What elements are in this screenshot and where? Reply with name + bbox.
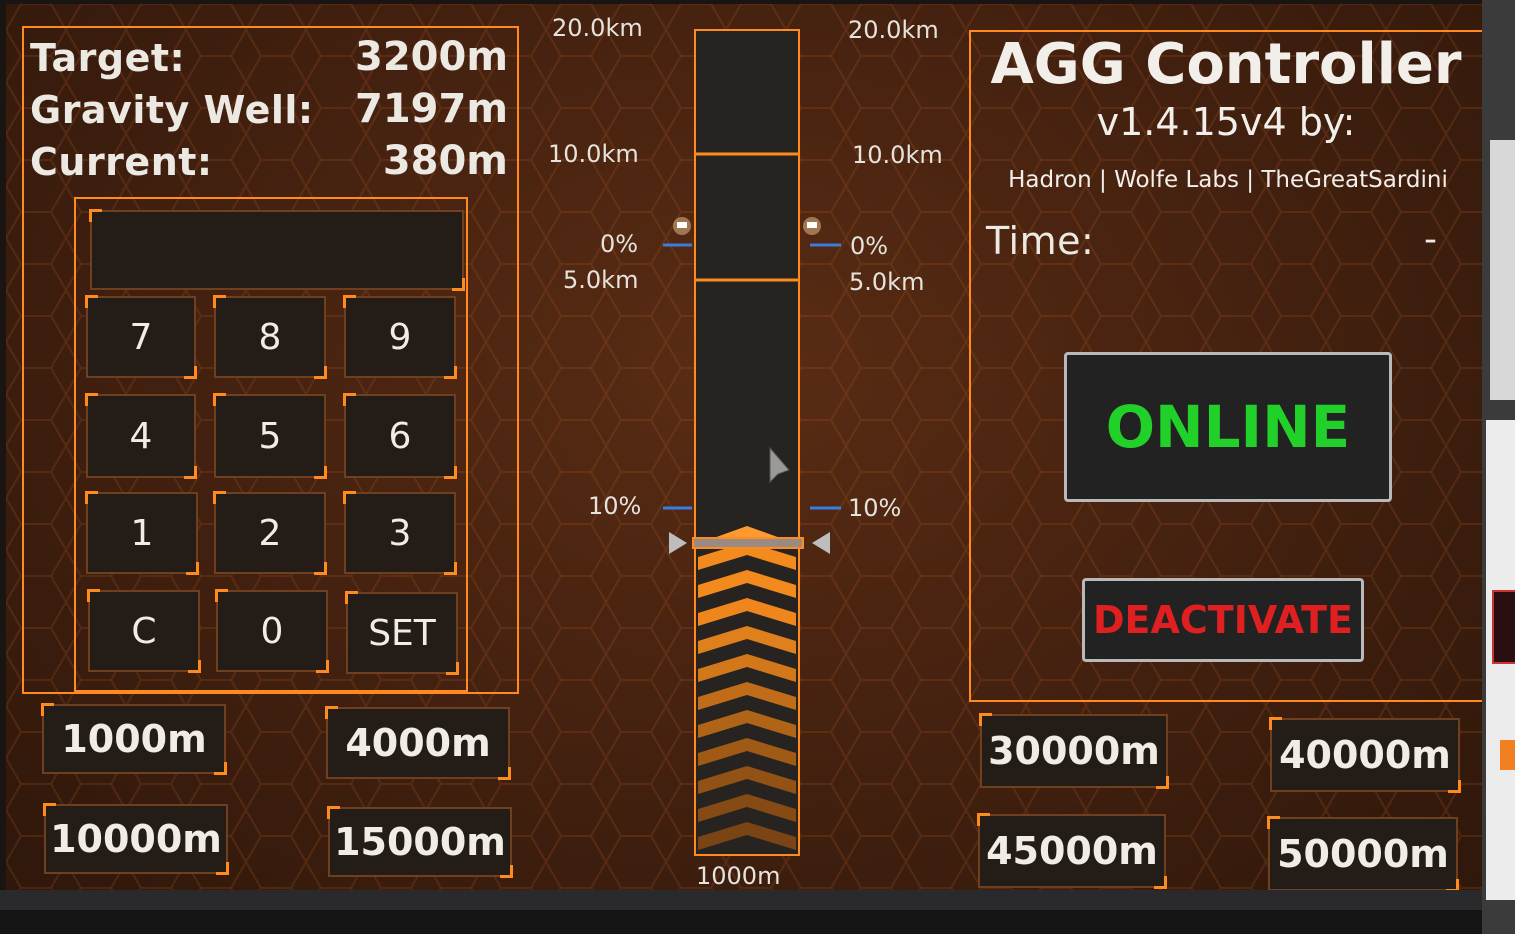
current-value: 380m xyxy=(382,138,508,184)
preset-30000m-button[interactable]: 30000m xyxy=(979,713,1169,789)
app-title: AGG Controller xyxy=(990,32,1462,97)
current-label: Current: xyxy=(30,140,213,184)
gravity-well-value: 7197m xyxy=(354,86,508,132)
preset-4000m-button[interactable]: 4000m xyxy=(325,706,511,780)
gravity-well-label: Gravity Well: xyxy=(30,88,314,132)
online-label: ONLINE xyxy=(1105,393,1351,461)
target-label: Target: xyxy=(30,36,186,80)
key-5[interactable]: 5 xyxy=(213,393,327,479)
altitude-gauge xyxy=(663,29,841,856)
scale-low-left-label: 5.0km xyxy=(563,266,639,294)
key-7[interactable]: 7 xyxy=(85,295,197,379)
key-clear[interactable]: C xyxy=(87,589,201,673)
screen-base xyxy=(0,910,1515,934)
deactivate-label: DEACTIVATE xyxy=(1092,598,1354,642)
level-arrow-right-icon xyxy=(812,532,830,554)
preset-45000m-button[interactable]: 45000m xyxy=(977,813,1167,889)
key-0[interactable]: 0 xyxy=(215,589,329,673)
preset-10000m-button[interactable]: 10000m xyxy=(43,803,229,875)
key-8[interactable]: 8 xyxy=(213,295,327,379)
preset-15000m-button[interactable]: 15000m xyxy=(327,806,513,878)
preset-50000m-button[interactable]: 50000m xyxy=(1267,816,1459,892)
preset-1000m-button[interactable]: 1000m xyxy=(41,703,227,775)
deactivate-button[interactable]: DEACTIVATE xyxy=(1082,578,1364,662)
online-button[interactable]: ONLINE xyxy=(1064,352,1392,502)
level-arrow-left-icon xyxy=(669,532,687,554)
marker-right xyxy=(807,222,817,228)
key-set[interactable]: SET xyxy=(345,591,459,675)
scale-top-left-label: 20.0km xyxy=(552,14,643,42)
time-value: - xyxy=(1424,219,1438,260)
keypad-display xyxy=(89,209,465,291)
key-6[interactable]: 6 xyxy=(343,393,457,479)
scale-bottom-label: 1000m xyxy=(696,862,781,890)
agg-screen: Target: 3200m Gravity Well: 7197m Curren… xyxy=(6,4,1482,910)
key-2[interactable]: 2 xyxy=(213,491,327,575)
marker-left xyxy=(677,222,687,228)
preset-40000m-button[interactable]: 40000m xyxy=(1269,717,1461,793)
scale-upper-percent-left: 0% xyxy=(600,230,639,258)
time-label: Time: xyxy=(986,219,1095,263)
key-3[interactable]: 3 xyxy=(343,491,457,575)
scale-mid-left-label: 10.0km xyxy=(548,140,639,168)
key-9[interactable]: 9 xyxy=(343,295,457,379)
key-4[interactable]: 4 xyxy=(85,393,197,479)
version-text: v1.4.15v4 by: xyxy=(1096,100,1356,144)
background-scene-edge xyxy=(1482,0,1515,934)
scale-lower-percent-left: 10% xyxy=(588,492,642,520)
authors-text: Hadron | Wolfe Labs | TheGreatSardini xyxy=(1008,167,1448,193)
target-value: 3200m xyxy=(354,34,508,80)
key-1[interactable]: 1 xyxy=(85,491,199,575)
gauge-level-bar xyxy=(692,537,804,549)
